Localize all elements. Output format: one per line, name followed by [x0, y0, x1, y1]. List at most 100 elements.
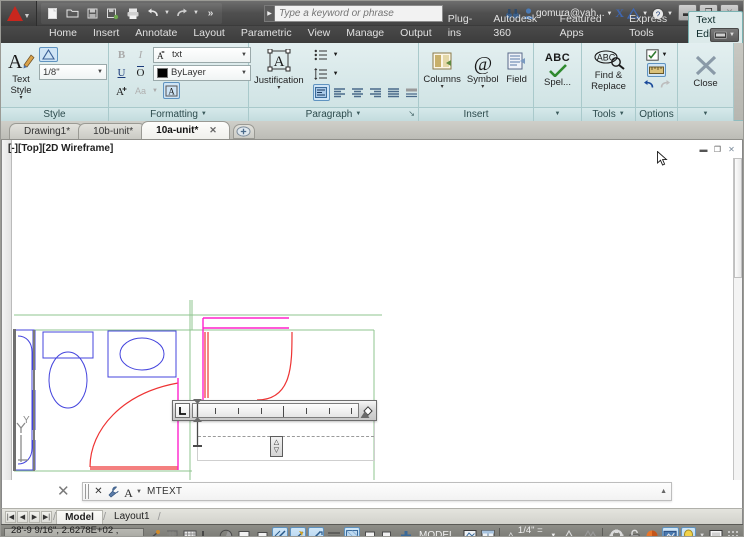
model-space-label[interactable]: MODEL	[414, 530, 460, 536]
undo-icon[interactable]	[143, 4, 162, 23]
stack-icon[interactable]: A	[113, 82, 130, 99]
ribbon-tab-parametric[interactable]: Parametric	[233, 24, 300, 43]
restore-viewport-icon[interactable]: ❐	[712, 144, 723, 155]
3d-object-snap-icon[interactable]	[254, 527, 270, 536]
model-space-icon[interactable]	[462, 527, 478, 536]
ribbon-tab-home[interactable]: Home	[41, 24, 85, 43]
text-height-combo[interactable]: 1/8" ▼	[39, 64, 107, 80]
close-icon[interactable]: ✕	[91, 484, 106, 499]
transparency-icon[interactable]	[344, 527, 360, 536]
find-replace-button[interactable]: ABC Find & Replace	[586, 47, 631, 93]
annotative-icon[interactable]	[39, 47, 58, 62]
redo-icon[interactable]	[657, 78, 672, 91]
align-right-icon[interactable]	[367, 84, 384, 101]
file-tab-10a-unit[interactable]: 10a-unit* ✕	[141, 121, 230, 139]
save-icon[interactable]	[83, 4, 102, 23]
ribbon-minimize-button[interactable]: ▼	[710, 28, 739, 42]
line-spacing-icon[interactable]	[313, 65, 330, 82]
right-indent-marker[interactable]	[359, 408, 371, 420]
bullets-dropdown-icon[interactable]: ▼	[332, 46, 340, 63]
underline-button[interactable]: U	[113, 64, 130, 81]
symbol-button[interactable]: @ Symbol ▾	[466, 49, 500, 91]
last-layout-icon[interactable]: ▶|	[41, 510, 52, 523]
ribbon-tab-view[interactable]: View	[300, 24, 339, 43]
chevron-down-icon[interactable]: ▾	[277, 85, 280, 91]
panel-label-tools[interactable]: Tools ▼	[582, 107, 635, 121]
bullets-and-numbering-icon[interactable]	[313, 46, 330, 63]
next-layout-icon[interactable]: ▶	[29, 510, 40, 523]
wrench-icon[interactable]	[106, 484, 121, 499]
column-height-handle[interactable]: △ ▽	[270, 436, 283, 457]
close-text-editor-button[interactable]: Close	[685, 51, 727, 90]
clean-screen-icon[interactable]	[681, 527, 697, 536]
line-spacing-dropdown-icon[interactable]: ▼	[332, 65, 340, 82]
search-dropdown-icon[interactable]: ▶	[264, 5, 275, 22]
file-tab-drawing1[interactable]: Drawing1*	[9, 123, 84, 139]
panel-label-close[interactable]: ▼	[678, 107, 733, 121]
command-line[interactable]: ✕ A ▼ MTEXT ▲	[82, 482, 672, 501]
editor-settings-dropdown-icon[interactable]: ▼	[661, 47, 669, 62]
paragraph-dialog-launcher-icon[interactable]: ↘	[408, 107, 415, 120]
object-snap-icon[interactable]	[236, 527, 252, 536]
undo-dropdown-icon[interactable]: ▼	[163, 10, 171, 16]
chevron-down-icon[interactable]: ▾	[481, 84, 484, 90]
panel-label-spellcheck[interactable]: ▼	[534, 107, 581, 121]
annotation-scale-control[interactable]: 1/4" = 1'-0" ▼	[502, 525, 561, 536]
search-input[interactable]	[275, 5, 443, 22]
ribbon-tab-plugins[interactable]: Plug-ins	[440, 10, 486, 43]
coordinates-readout[interactable]: 28'-9 9/16", 2.6278E+02 , 0'-0"	[4, 525, 144, 536]
annotation-visibility-icon[interactable]	[563, 527, 580, 536]
panel-label-paragraph[interactable]: Paragraph ▼ ↘	[249, 107, 418, 121]
application-menu-button[interactable]: ▼	[1, 1, 37, 26]
align-center-icon[interactable]	[349, 84, 366, 101]
panel-label-options[interactable]: Options	[636, 107, 677, 121]
align-justify-icon[interactable]	[385, 84, 402, 101]
justification-button[interactable]: A Justification ▾	[253, 46, 305, 92]
ruler-toggle-icon[interactable]	[647, 63, 666, 77]
infer-constraints-icon[interactable]	[146, 527, 162, 536]
save-as-icon[interactable]	[103, 4, 122, 23]
layout-tab-model[interactable]: Model	[56, 509, 103, 524]
statusbar-dropdown-icon[interactable]: ▼	[698, 527, 706, 537]
change-case-dropdown-icon[interactable]: ▼	[151, 82, 159, 99]
close-viewport-icon[interactable]: ✕	[726, 144, 737, 155]
ruler-track[interactable]	[192, 403, 359, 418]
ribbon-tab-manage[interactable]: Manage	[338, 24, 392, 43]
columns-button[interactable]: Columns ▾	[422, 49, 462, 91]
workspace-switching-icon[interactable]	[608, 527, 625, 536]
selection-cycling-icon[interactable]	[362, 527, 378, 536]
overline-button[interactable]: O	[132, 64, 149, 81]
toolbar-lock-icon[interactable]	[627, 527, 642, 536]
dynamic-input-icon[interactable]	[308, 527, 324, 536]
panel-label-style[interactable]: Style	[1, 107, 108, 121]
grid-display-icon[interactable]	[182, 527, 198, 536]
previous-layout-icon[interactable]: ◀	[17, 510, 28, 523]
ribbon-tab-express-tools[interactable]: Express Tools	[621, 10, 688, 43]
ribbon-tab-output[interactable]: Output	[392, 24, 440, 43]
expand-history-icon[interactable]: ▲	[660, 488, 667, 495]
first-layout-icon[interactable]: |◀	[5, 510, 16, 523]
panel-label-insert[interactable]: Insert	[419, 107, 533, 121]
open-icon[interactable]	[63, 4, 82, 23]
minimize-viewport-icon[interactable]: ▬	[698, 144, 709, 155]
scrollbar-thumb[interactable]	[734, 158, 742, 278]
ribbon-tab-annotate[interactable]: Annotate	[127, 24, 185, 43]
close-icon[interactable]: ✕	[209, 125, 217, 135]
layout-tab-layout1[interactable]: Layout1	[106, 510, 158, 524]
mtext-edit-box[interactable]	[197, 421, 375, 461]
ribbon-tab-layout[interactable]: Layout	[185, 24, 233, 43]
new-icon[interactable]	[43, 4, 62, 23]
editor-settings-icon[interactable]	[645, 47, 661, 62]
change-case-icon[interactable]: Aa	[132, 82, 149, 99]
ribbon-tab-autodesk360[interactable]: Autodesk 360	[485, 10, 551, 43]
paragraph-dialog-icon[interactable]	[312, 84, 330, 101]
ribbon-tab-featured-apps[interactable]: Featured Apps	[552, 10, 621, 43]
align-left-icon[interactable]	[331, 84, 348, 101]
add-annotation-icon[interactable]	[398, 527, 414, 536]
panel-label-formatting[interactable]: Formatting ▼	[109, 107, 248, 121]
status-customization-icon[interactable]	[726, 527, 740, 536]
undo-icon[interactable]	[641, 78, 656, 91]
snap-mode-icon[interactable]	[164, 527, 180, 536]
text-style-button[interactable]: A Text Style ▾	[5, 46, 37, 102]
lineweight-icon[interactable]	[326, 527, 342, 536]
